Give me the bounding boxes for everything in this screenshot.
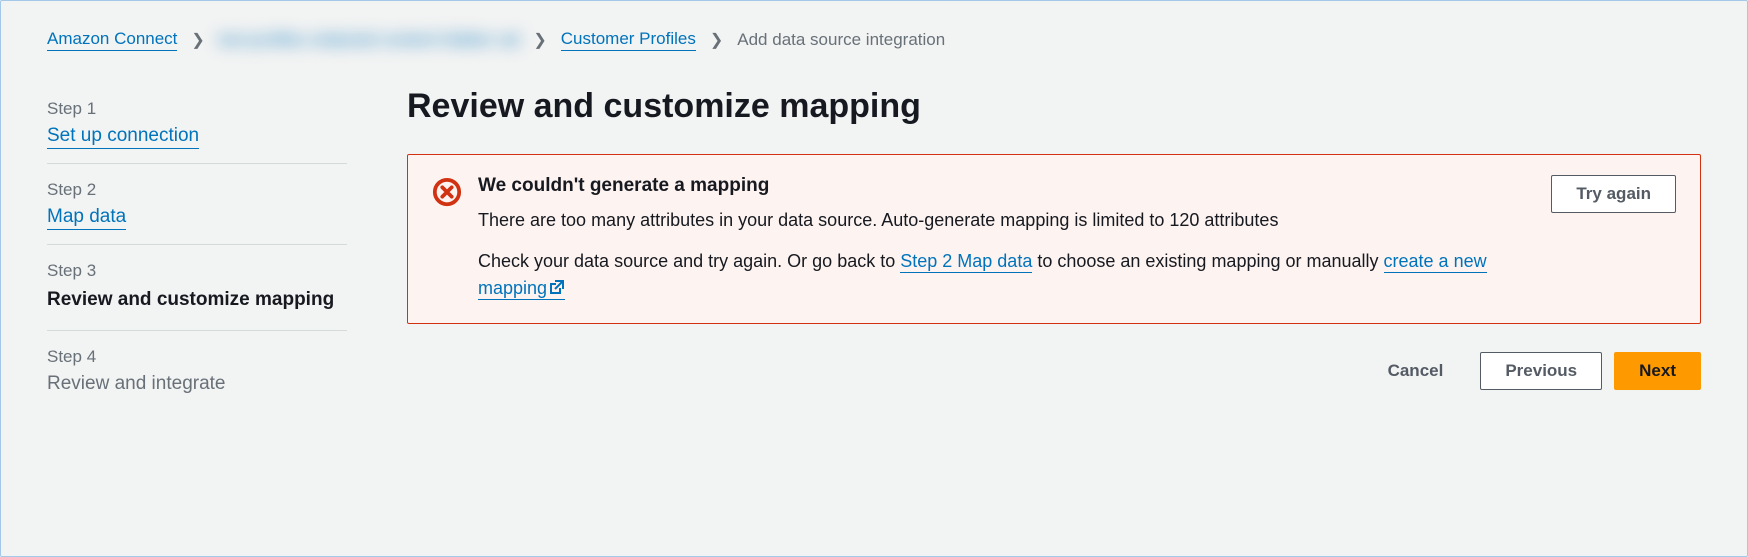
cancel-button[interactable]: Cancel — [1363, 352, 1469, 390]
try-again-button[interactable]: Try again — [1551, 175, 1676, 213]
external-link-icon — [549, 276, 565, 303]
breadcrumb-current: Add data source integration — [737, 30, 945, 50]
error-icon — [432, 177, 462, 212]
step-4: Step 4 Review and integrate — [47, 331, 347, 411]
error-line-1: There are too many attributes in your da… — [478, 207, 1535, 234]
step-4-title: Review and integrate — [47, 373, 347, 395]
wizard-footer-actions: Cancel Previous Next — [407, 352, 1701, 390]
previous-button[interactable]: Previous — [1480, 352, 1602, 390]
error-content: We couldn't generate a mapping There are… — [478, 175, 1535, 303]
chevron-right-icon: ❯ — [533, 30, 546, 50]
step-label: Step 3 — [47, 261, 347, 281]
breadcrumb: Amazon Connect ❯ text profiles redacted … — [1, 1, 1747, 67]
step-3-title: Review and customize mapping — [47, 287, 347, 314]
error-title: We couldn't generate a mapping — [478, 175, 1535, 197]
breadcrumb-root-link[interactable]: Amazon Connect — [47, 29, 177, 51]
breadcrumb-redacted: text profiles redacted content hidden va… — [219, 30, 520, 50]
step-label: Step 2 — [47, 180, 347, 200]
step-2: Step 2 Map data — [47, 164, 347, 245]
error-action: Try again — [1551, 175, 1676, 213]
error-text-part: to choose an existing mapping or manuall… — [1032, 251, 1383, 271]
next-button[interactable]: Next — [1614, 352, 1701, 390]
wizard-steps-sidebar: Step 1 Set up connection Step 2 Map data… — [47, 67, 347, 411]
step-1: Step 1 Set up connection — [47, 83, 347, 164]
error-line-2: Check your data source and try again. Or… — [478, 248, 1535, 303]
chevron-right-icon: ❯ — [191, 30, 204, 50]
step-2-map-data-link[interactable]: Step 2 Map data — [900, 251, 1032, 273]
step-label: Step 4 — [47, 347, 347, 367]
step-2-link[interactable]: Map data — [47, 206, 126, 230]
chevron-right-icon: ❯ — [710, 30, 723, 50]
step-3-current: Step 3 Review and customize mapping — [47, 245, 347, 331]
step-label: Step 1 — [47, 99, 347, 119]
main-content: Review and customize mapping We couldn't… — [407, 67, 1701, 411]
page-title: Review and customize mapping — [407, 87, 1701, 126]
error-text-part: Check your data source and try again. Or… — [478, 251, 900, 271]
error-alert: We couldn't generate a mapping There are… — [407, 154, 1701, 324]
breadcrumb-profiles-link[interactable]: Customer Profiles — [561, 29, 696, 51]
step-1-link[interactable]: Set up connection — [47, 125, 199, 149]
